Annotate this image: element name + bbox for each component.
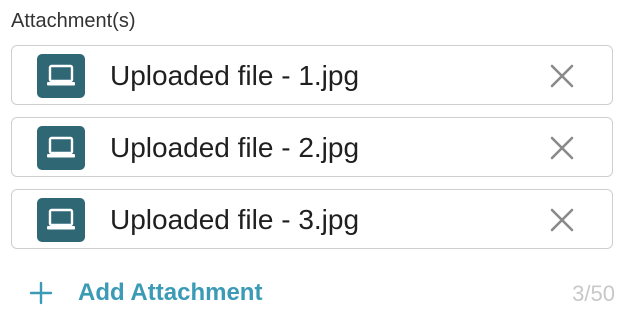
attachments-label: Attachment(s) <box>11 10 136 32</box>
attachment-file-name: Uploaded file - 3.jpg <box>110 204 360 235</box>
attachment-file-name: Uploaded file - 1.jpg <box>110 60 360 91</box>
add-attachment-label: Add Attachment <box>78 279 263 306</box>
laptop-icon <box>37 198 85 242</box>
attachment-file-name: Uploaded file - 2.jpg <box>110 132 360 163</box>
attachment-item-1: Uploaded file - 1.jpg <box>11 45 613 105</box>
add-attachment-button[interactable]: Add Attachment <box>28 276 262 310</box>
close-icon <box>550 136 574 160</box>
remove-attachment-button[interactable] <box>549 207 575 233</box>
laptop-icon <box>37 54 85 98</box>
plus-icon <box>28 280 54 306</box>
remove-attachment-button[interactable] <box>549 63 575 89</box>
attachment-item-2: Uploaded file - 2.jpg <box>11 117 613 177</box>
close-icon <box>550 64 574 88</box>
attachment-item-3: Uploaded file - 3.jpg <box>11 189 613 249</box>
attachments-panel: Attachment(s) Uploaded file - 1.jpg Uplo… <box>0 0 640 322</box>
remove-attachment-button[interactable] <box>549 135 575 161</box>
attachment-count: 3/50 <box>572 281 615 306</box>
laptop-icon <box>37 126 85 170</box>
close-icon <box>550 208 574 232</box>
